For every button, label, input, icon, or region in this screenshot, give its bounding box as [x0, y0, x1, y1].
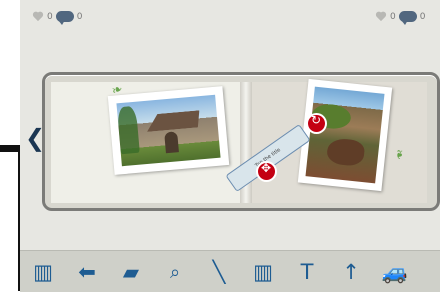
- text-icon[interactable]: T: [294, 259, 320, 285]
- comment-icon[interactable]: [398, 11, 417, 25]
- like-count: 0: [390, 11, 396, 22]
- back-icon[interactable]: ⬅: [74, 259, 100, 285]
- trash-icon[interactable]: ▥: [250, 259, 276, 285]
- like-count: 0: [47, 11, 53, 22]
- photo-house[interactable]: [107, 86, 230, 175]
- photo-book-spread: ❧ ❦ ❧ Tap the title: [42, 72, 440, 211]
- heart-icon[interactable]: [32, 12, 44, 22]
- car-icon[interactable]: 🚙: [382, 259, 408, 285]
- book-icon[interactable]: ▥: [30, 259, 56, 285]
- right-like-comment-counter: 0 0: [375, 11, 426, 25]
- editing-toolbar: ▥ ⬅ ▰ ⌕ ╲ ▥ T ↑ 🚙: [30, 257, 440, 287]
- add-text-icon[interactable]: ↑: [338, 259, 364, 285]
- comment-count: 0: [419, 11, 426, 22]
- heart-icon[interactable]: [375, 12, 387, 22]
- comment-icon[interactable]: [55, 11, 74, 25]
- rocks-photo-image: [305, 86, 385, 184]
- comment-count: 0: [76, 11, 83, 22]
- house-photo-image: [116, 94, 221, 167]
- move-handle-icon[interactable]: [258, 161, 275, 180]
- photo-rocks[interactable]: [297, 78, 393, 192]
- zoom-icon[interactable]: ⌕: [162, 259, 188, 285]
- rotate-handle-icon[interactable]: [308, 113, 325, 132]
- rock-shape: [325, 137, 366, 168]
- tree-shape: [116, 105, 140, 155]
- top-counter-bar: 0 0 0 0: [20, 8, 440, 28]
- left-like-comment-counter: 0 0: [32, 11, 83, 25]
- vine-decoration: ❧: [390, 149, 406, 160]
- door-shape: [164, 131, 179, 154]
- roof-shape: [140, 110, 201, 132]
- print-icon[interactable]: ▰: [118, 259, 144, 285]
- pen-icon[interactable]: ╲: [206, 259, 232, 285]
